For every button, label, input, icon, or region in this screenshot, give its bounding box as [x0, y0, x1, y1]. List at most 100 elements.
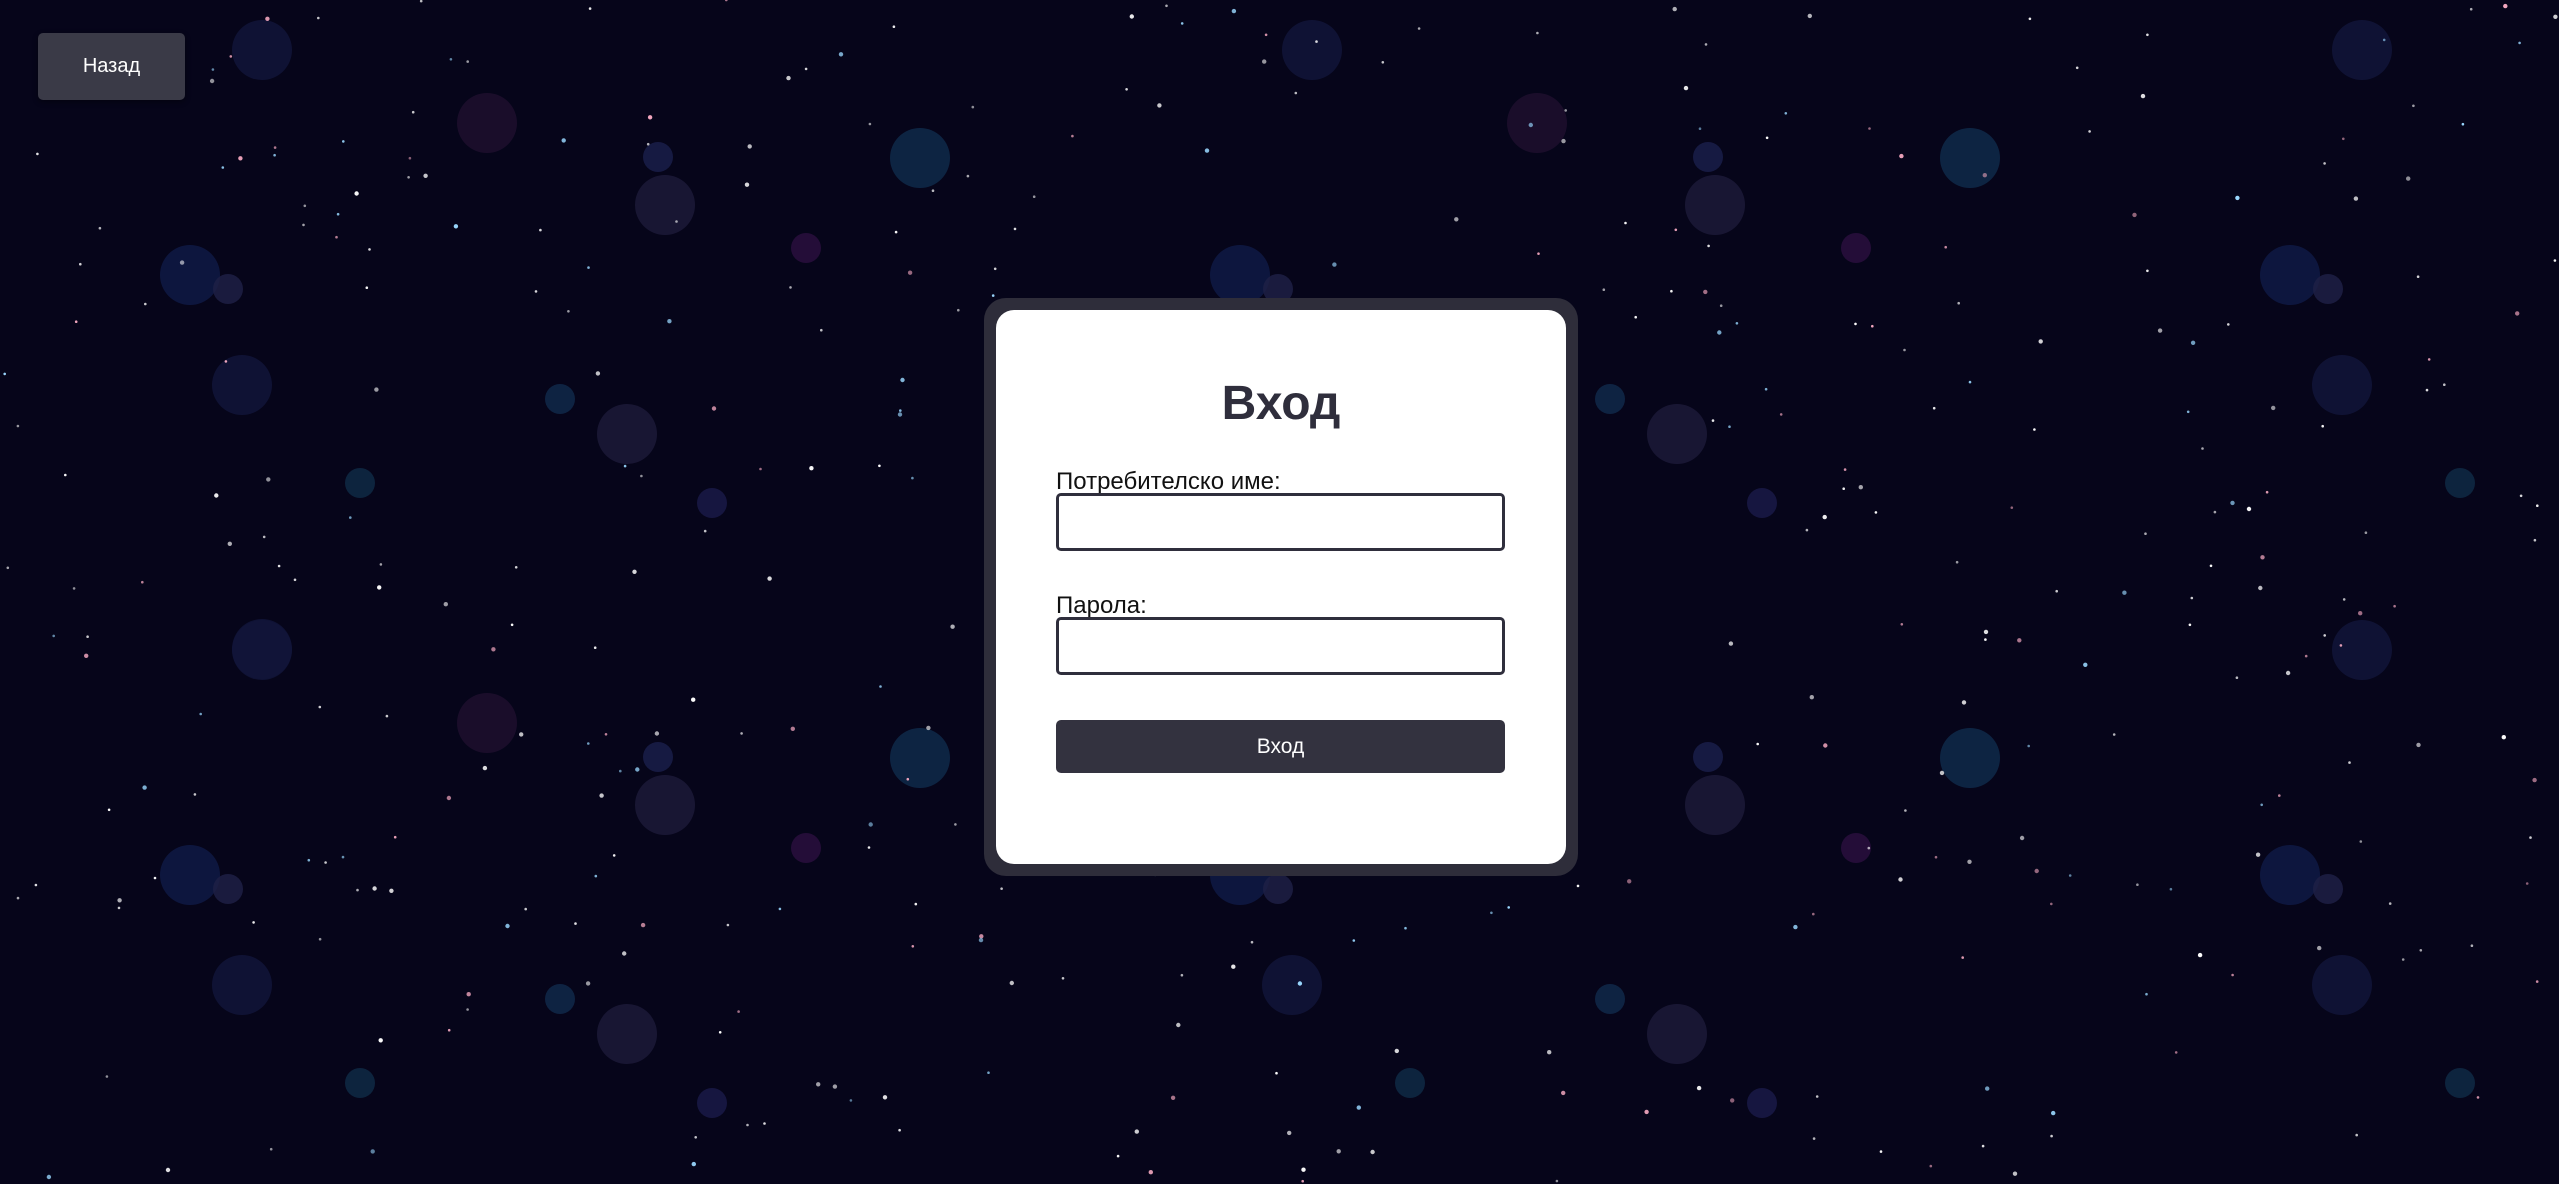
background-star: [612, 854, 616, 857]
background-star: [193, 793, 197, 796]
background-star: [1674, 228, 1678, 232]
background-star: [691, 1161, 696, 1167]
background-star: [2132, 212, 2137, 218]
background-star: [667, 319, 672, 324]
background-star: [2535, 980, 2539, 983]
background-bubble: [791, 833, 821, 863]
background-star: [759, 467, 762, 471]
background-star: [1793, 924, 1798, 930]
background-star: [1262, 59, 1267, 64]
background-star: [911, 476, 914, 480]
background-bubble: [1940, 128, 2000, 188]
background-star: [423, 173, 428, 178]
background-star: [2246, 506, 2252, 512]
password-input[interactable]: [1056, 617, 1505, 675]
background-star: [561, 138, 566, 143]
background-star: [3, 372, 6, 376]
background-star: [1561, 138, 1566, 144]
background-bubble: [1595, 384, 1625, 414]
background-star: [209, 78, 215, 84]
background-bubble: [1647, 1004, 1707, 1064]
background-star: [647, 115, 653, 120]
background-star: [640, 474, 643, 478]
background-star: [604, 733, 608, 736]
background-star: [378, 1038, 383, 1043]
background-star: [252, 921, 255, 924]
background-star: [2339, 644, 2343, 647]
background-star: [2348, 761, 2351, 764]
background-star: [966, 174, 970, 178]
background-star: [2470, 944, 2474, 947]
background-star: [2525, 882, 2529, 885]
background-star: [2265, 490, 2269, 494]
background-star: [105, 1075, 109, 1078]
background-bubble: [212, 355, 272, 415]
background-star: [318, 937, 322, 941]
background-star: [894, 230, 898, 234]
background-star: [2038, 339, 2043, 344]
background-star: [931, 189, 935, 192]
background-star: [1683, 85, 1689, 91]
background-star: [1809, 695, 1815, 700]
background-star: [1968, 380, 1972, 384]
background-star: [703, 529, 707, 533]
background-bubble: [1693, 742, 1723, 772]
background-star: [1735, 322, 1739, 325]
background-star: [1854, 322, 1857, 326]
background-star: [2285, 670, 2291, 676]
background-star: [443, 602, 448, 607]
background-star: [2019, 835, 2025, 841]
background-star: [622, 951, 627, 956]
background-star: [1904, 809, 1907, 812]
background-star: [1507, 906, 1510, 909]
background-star: [2519, 494, 2523, 498]
background-star: [372, 886, 377, 891]
background-star: [1784, 112, 1788, 115]
background-star: [1381, 61, 1385, 64]
background-star: [2231, 973, 2234, 977]
username-label: Потребителско име:: [1056, 468, 1281, 495]
background-star: [266, 477, 271, 482]
background-bubble: [232, 20, 292, 80]
background-star: [1602, 288, 1606, 292]
background-bubble: [213, 274, 243, 304]
background-star: [64, 473, 67, 477]
background-star: [1537, 252, 1540, 255]
background-star: [336, 212, 340, 216]
background-star: [273, 146, 277, 149]
background-star: [1564, 109, 1567, 112]
background-star: [1528, 122, 1534, 128]
background-star: [1967, 859, 1972, 864]
background-star: [567, 310, 570, 313]
background-star: [2532, 777, 2537, 783]
background-star: [1536, 31, 1539, 35]
background-star: [2406, 176, 2411, 181]
background-star: [619, 769, 622, 773]
background-bubble: [212, 955, 272, 1015]
back-button[interactable]: Назад: [38, 33, 185, 100]
background-star: [2112, 733, 2116, 736]
background-star: [2146, 33, 2149, 37]
background-star: [740, 732, 743, 735]
background-star: [277, 564, 281, 568]
background-bubble: [1685, 175, 1745, 235]
background-star: [1672, 6, 1677, 12]
background-star: [907, 270, 913, 275]
background-star: [324, 861, 327, 864]
background-star: [1984, 638, 1987, 641]
background-star: [2271, 405, 2276, 411]
background-star: [1394, 1048, 1400, 1054]
background-bubble: [791, 233, 821, 263]
username-input[interactable]: [1056, 493, 1505, 551]
background-star: [2515, 311, 2520, 316]
background-star: [1634, 315, 1637, 319]
background-star: [993, 267, 997, 271]
background-star: [2401, 958, 2405, 961]
background-star: [691, 697, 696, 702]
background-star: [307, 858, 311, 862]
background-star: [1711, 419, 1715, 422]
background-star: [389, 888, 394, 893]
background-star: [303, 204, 307, 208]
background-star: [1352, 939, 1356, 942]
login-submit-button[interactable]: Вход: [1056, 720, 1505, 773]
